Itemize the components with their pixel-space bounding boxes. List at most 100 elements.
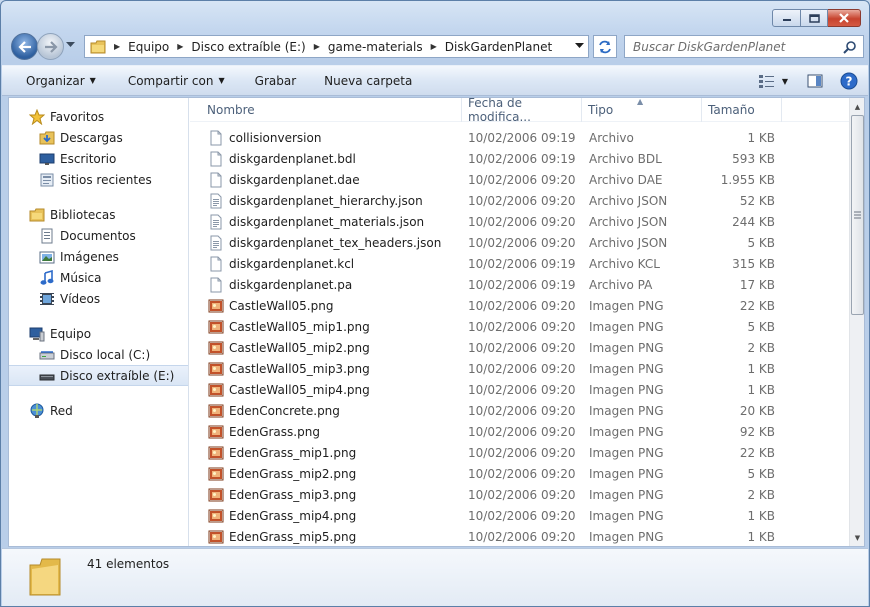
search-icon[interactable] <box>843 40 857 54</box>
file-name-cell[interactable]: CastleWall05_mip4.png <box>208 379 464 400</box>
file-name-cell[interactable]: diskgardenplanet.dae <box>208 169 464 190</box>
breadcrumb-removable-disk[interactable]: Disco extraíble (E:) <box>191 40 305 54</box>
file-row[interactable]: EdenGrass_mip3.png 10/02/2006 09:20 a... I… <box>190 484 849 505</box>
breadcrumb-current-folder[interactable]: DiskGardenPlanet <box>445 40 552 54</box>
file-size: 593 KB <box>732 151 775 166</box>
sidebar-item-music[interactable]: Música <box>9 267 188 288</box>
file-row[interactable]: EdenGrass_mip1.png 10/02/2006 09:20 a... I… <box>190 442 849 463</box>
file-row[interactable]: CastleWall05_mip4.png 10/02/2006 09:20 a.… <box>190 379 849 400</box>
minimize-button[interactable] <box>772 9 801 27</box>
breadcrumb-game-materials[interactable]: game-materials <box>328 40 423 54</box>
help-button[interactable]: ? <box>838 71 860 91</box>
address-bar[interactable]: ▶ Equipo ▶ Disco extraíble (E:) ▶ game-m… <box>84 35 589 58</box>
file-size: 2 KB <box>747 487 775 502</box>
sidebar-item-desktop[interactable]: Escritorio <box>9 148 188 169</box>
file-row[interactable]: CastleWall05.png 10/02/2006 09:20 a... Ima… <box>190 295 849 316</box>
sidebar-item-pictures[interactable]: Imágenes <box>9 246 188 267</box>
file-name-cell[interactable]: EdenGrass_mip4.png <box>208 505 464 526</box>
file-name-cell[interactable]: EdenGrass_mip5.png <box>208 526 464 546</box>
sidebar-item-videos[interactable]: Vídeos <box>9 288 188 309</box>
file-date: 10/02/2006 09:20 a... <box>468 424 580 439</box>
sidebar-item-favorites[interactable]: Favoritos <box>9 106 188 127</box>
file-date: 10/02/2006 09:20 a... <box>468 403 580 418</box>
file-row[interactable]: diskgardenplanet.kcl 10/02/2006 09:19 a..… <box>190 253 849 274</box>
preview-pane-button[interactable] <box>804 71 826 91</box>
file-row[interactable]: CastleWall05_mip1.png 10/02/2006 09:20 a.… <box>190 316 849 337</box>
file-name-cell[interactable]: CastleWall05.png <box>208 295 464 316</box>
forward-button[interactable] <box>37 33 64 60</box>
file-row[interactable]: diskgardenplanet.bdl 10/02/2006 09:19 a..… <box>190 148 849 169</box>
file-row[interactable]: CastleWall05_mip2.png 10/02/2006 09:20 a.… <box>190 337 849 358</box>
breadcrumb-separator[interactable]: ▶ <box>431 42 437 51</box>
file-name-cell[interactable]: collisionversion <box>208 127 464 148</box>
favorites-group: Favoritos Descargas Escritorio Sitios re… <box>9 106 188 190</box>
share-menu-button[interactable]: Compartir con ▼ <box>108 74 237 88</box>
sidebar-item-local-disk[interactable]: Disco local (C:) <box>9 344 188 365</box>
vertical-scrollbar[interactable]: ▲ ▼ <box>849 98 864 546</box>
file-row[interactable]: EdenGrass_mip5.png 10/02/2006 09:20 a... I… <box>190 526 849 546</box>
toolbar-right-group: ▼ ? <box>742 71 860 91</box>
breadcrumb-separator[interactable]: ▶ <box>177 42 183 51</box>
image-file-icon <box>208 340 224 356</box>
scroll-up-arrow-icon[interactable]: ▲ <box>850 98 865 115</box>
file-name-cell[interactable]: diskgardenplanet_materials.json <box>208 211 464 232</box>
scrollbar-thumb[interactable] <box>851 115 864 315</box>
search-box[interactable]: Buscar DiskGardenPlanet <box>624 35 864 58</box>
column-header-size[interactable]: Tamaño <box>702 98 782 122</box>
search-input[interactable]: Buscar DiskGardenPlanet <box>633 40 843 54</box>
refresh-button[interactable] <box>593 35 617 58</box>
new-folder-button[interactable]: Nueva carpeta <box>308 74 424 88</box>
file-name-cell[interactable]: CastleWall05_mip1.png <box>208 316 464 337</box>
breadcrumb-separator[interactable]: ▶ <box>314 42 320 51</box>
file-name-cell[interactable]: EdenConcrete.png <box>208 400 464 421</box>
sidebar-item-documents[interactable]: Documentos <box>9 225 188 246</box>
sidebar-item-libraries[interactable]: Bibliotecas <box>9 204 188 225</box>
recent-pages-chevron-icon[interactable] <box>66 42 75 48</box>
back-button[interactable] <box>11 33 38 60</box>
sidebar-label: Sitios recientes <box>60 172 152 187</box>
file-name-cell[interactable]: CastleWall05_mip3.png <box>208 358 464 379</box>
file-name-cell[interactable]: CastleWall05_mip2.png <box>208 337 464 358</box>
file-name-cell[interactable]: diskgardenplanet.pa <box>208 274 464 295</box>
view-options-button[interactable]: ▼ <box>754 71 792 91</box>
file-name-cell[interactable]: EdenGrass_mip3.png <box>208 484 464 505</box>
file-row[interactable]: collisionversion 10/02/2006 09:19 a... Arc… <box>190 127 849 148</box>
file-name-cell[interactable]: diskgardenplanet_hierarchy.json <box>208 190 464 211</box>
file-size: 1 KB <box>747 130 775 145</box>
sidebar-item-downloads[interactable]: Descargas <box>9 127 188 148</box>
breadcrumb-equipo[interactable]: Equipo <box>128 40 169 54</box>
file-row[interactable]: EdenGrass_mip4.png 10/02/2006 09:20 a... I… <box>190 505 849 526</box>
file-name-cell[interactable]: EdenGrass_mip2.png <box>208 463 464 484</box>
file-row[interactable]: diskgardenplanet_hierarchy.json 10/02/200… <box>190 190 849 211</box>
file-row[interactable]: diskgardenplanet_tex_headers.json 10/02/2… <box>190 232 849 253</box>
file-name-cell[interactable]: diskgardenplanet_tex_headers.json <box>208 232 464 253</box>
file-row[interactable]: EdenGrass_mip2.png 10/02/2006 09:20 a... I… <box>190 463 849 484</box>
maximize-button[interactable] <box>801 9 828 27</box>
file-row[interactable]: diskgardenplanet_materials.json 10/02/200… <box>190 211 849 232</box>
file-size: 1 KB <box>747 361 775 376</box>
organize-menu-button[interactable]: Organizar ▼ <box>2 74 108 88</box>
sidebar-item-removable-disk[interactable]: Disco extraíble (E:) <box>9 365 188 386</box>
file-row[interactable]: EdenGrass.png 10/02/2006 09:20 a... Imagen… <box>190 421 849 442</box>
burn-button[interactable]: Grabar <box>237 74 309 88</box>
file-row[interactable]: CastleWall05_mip3.png 10/02/2006 09:20 a.… <box>190 358 849 379</box>
file-name-cell[interactable]: diskgardenplanet.bdl <box>208 148 464 169</box>
file-row[interactable]: EdenConcrete.png 10/02/2006 09:20 a... Ima… <box>190 400 849 421</box>
file-name-cell[interactable]: EdenGrass.png <box>208 421 464 442</box>
column-header-date[interactable]: Fecha de modifica... <box>462 98 582 124</box>
sidebar-item-recent-places[interactable]: Sitios recientes <box>9 169 188 190</box>
sidebar-item-computer[interactable]: Equipo <box>9 323 188 344</box>
sidebar-label: Red <box>50 403 73 418</box>
column-header-name[interactable]: Nombre <box>201 98 462 122</box>
file-row[interactable]: diskgardenplanet.dae 10/02/2006 09:20 a..… <box>190 169 849 190</box>
file-name-cell[interactable]: EdenGrass_mip1.png <box>208 442 464 463</box>
removable-drive-icon <box>39 368 55 384</box>
sidebar-item-network[interactable]: Red <box>9 400 188 421</box>
close-button[interactable] <box>828 9 861 27</box>
scroll-down-arrow-icon[interactable]: ▼ <box>850 529 865 546</box>
computer-group: Equipo Disco local (C:) Disco extraíble … <box>9 323 188 386</box>
file-name-cell[interactable]: diskgardenplanet.kcl <box>208 253 464 274</box>
file-row[interactable]: diskgardenplanet.pa 10/02/2006 09:19 a...… <box>190 274 849 295</box>
address-history-chevron-icon[interactable] <box>575 43 584 49</box>
breadcrumb-separator[interactable]: ▶ <box>114 42 120 51</box>
